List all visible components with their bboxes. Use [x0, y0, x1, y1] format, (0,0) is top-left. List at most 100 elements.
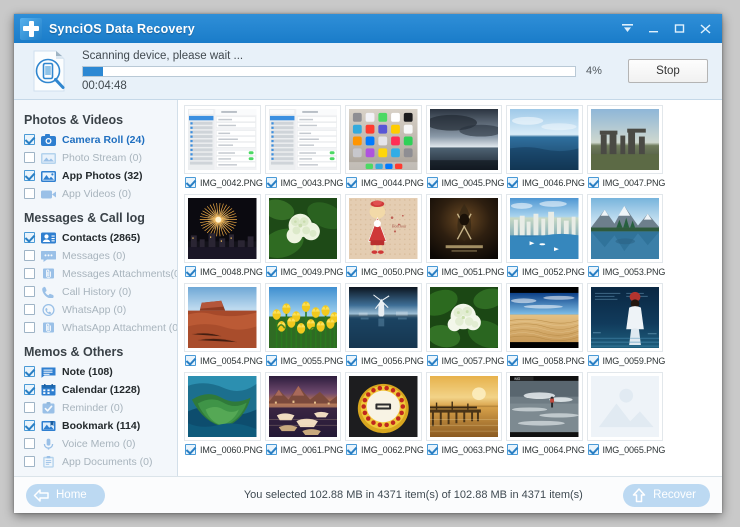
minimize-icon[interactable]	[640, 18, 666, 40]
thumbnail-image[interactable]	[264, 372, 341, 441]
thumbnail-image[interactable]	[345, 372, 422, 441]
thumbnail-image[interactable]	[264, 283, 341, 352]
sidebar-item-bookmark[interactable]: Bookmark (114)	[24, 417, 177, 434]
sidebar-item-checkbox[interactable]	[24, 420, 35, 431]
thumbnail-cell[interactable]: IMG_0056.PNG	[345, 283, 424, 369]
sidebar-item-call-history[interactable]: Call History (0)	[24, 283, 177, 300]
thumbnail-image[interactable]	[506, 105, 583, 174]
thumbnail-image[interactable]	[184, 283, 261, 352]
thumbnail-checkbox[interactable]	[426, 355, 438, 366]
sidebar-item-camera-roll[interactable]: Camera Roll (24)	[24, 131, 177, 148]
thumbnail-checkbox[interactable]	[185, 355, 196, 366]
thumbnail-checkbox[interactable]	[185, 177, 196, 188]
sidebar-item-checkbox[interactable]	[24, 188, 35, 199]
thumbnail-image[interactable]	[506, 283, 583, 352]
thumbnail-cell[interactable]: IMG_0055.PNG	[264, 283, 343, 369]
stop-button[interactable]: Stop	[628, 59, 708, 83]
sidebar-item-messages-attachments[interactable]: Messages Attachments(0)	[24, 265, 177, 282]
thumbnail-image[interactable]: Bon Jour	[345, 194, 422, 263]
thumbnail-checkbox[interactable]	[587, 444, 599, 455]
sidebar-item-checkbox[interactable]	[24, 170, 35, 181]
thumbnail-image[interactable]	[425, 372, 502, 441]
sidebar-item-whatsapp-attachment[interactable]: WhatsApp Attachment (0)	[24, 319, 177, 336]
thumbnail-image[interactable]: IMG	[506, 372, 583, 441]
thumbnail-cell[interactable]: IMG_0052.PNG	[506, 194, 585, 280]
thumbnail-cell[interactable]: IMG_0042.PNG	[184, 105, 263, 191]
thumbnail-cell[interactable]: IMG_0053.PNG	[586, 194, 665, 280]
thumbnail-cell[interactable]: IMG_0045.PNG	[425, 105, 504, 191]
thumbnail-checkbox[interactable]	[346, 177, 357, 188]
thumbnail-cell[interactable]: IMG_0043.PNG	[264, 105, 343, 191]
thumbnail-checkbox[interactable]	[587, 355, 599, 366]
thumbnail-cell[interactable]: Bon Jour IMG_0050.PNG	[345, 194, 424, 280]
thumbnail-image[interactable]	[425, 105, 502, 174]
thumbnail-image[interactable]	[425, 283, 502, 352]
thumbnail-image[interactable]	[425, 194, 502, 263]
thumbnail-checkbox[interactable]	[507, 444, 518, 455]
thumbnail-cell[interactable]: IMG_0049.PNG	[264, 194, 343, 280]
thumbnail-image[interactable]	[506, 194, 583, 263]
sidebar-item-checkbox[interactable]	[24, 268, 35, 279]
thumbnail-cell[interactable]: IMG_0061.PNG	[264, 372, 343, 458]
thumbnail-cell[interactable]: IMG_0048.PNG	[184, 194, 263, 280]
sidebar-item-app-photos[interactable]: App Photos (32)	[24, 167, 177, 184]
thumbnail-image[interactable]	[184, 105, 261, 174]
sidebar-item-contacts[interactable]: Contacts (2865)	[24, 229, 177, 246]
thumbnail-image[interactable]	[184, 194, 261, 263]
thumbnail-checkbox[interactable]	[265, 355, 277, 366]
thumbnail-checkbox[interactable]	[507, 266, 518, 277]
sidebar-item-checkbox[interactable]	[24, 402, 35, 413]
thumbnail-cell[interactable]: IMG_0051.PNG	[425, 194, 504, 280]
thumbnail-image[interactable]	[184, 372, 261, 441]
home-button[interactable]: Home	[26, 483, 105, 507]
thumbnail-checkbox[interactable]	[185, 266, 196, 277]
thumbnail-cell[interactable]: IMG_0044.PNG	[345, 105, 424, 191]
thumbnail-checkbox[interactable]	[185, 444, 196, 455]
thumbnail-image[interactable]	[345, 105, 422, 174]
sidebar-item-checkbox[interactable]	[24, 366, 35, 377]
thumbnail-cell[interactable]: IMG_0065.PNG	[586, 372, 665, 458]
thumbnail-checkbox[interactable]	[265, 444, 277, 455]
maximize-icon[interactable]	[666, 18, 692, 40]
thumbnail-cell[interactable]: IMG_0063.PNG	[425, 372, 504, 458]
thumbnail-cell[interactable]: IMG_0047.PNG	[586, 105, 665, 191]
sidebar-item-checkbox[interactable]	[24, 438, 35, 449]
thumbnail-cell[interactable]: IMG_0058.PNG	[506, 283, 585, 369]
thumbnail-checkbox[interactable]	[346, 355, 357, 366]
sidebar-item-calendar[interactable]: Calendar (1228)	[24, 381, 177, 398]
thumbnail-checkbox[interactable]	[507, 355, 518, 366]
thumbnail-checkbox[interactable]	[426, 444, 438, 455]
thumbnail-image[interactable]	[586, 283, 663, 352]
sidebar-item-checkbox[interactable]	[24, 134, 35, 145]
thumbnail-panel[interactable]: IMG_0042.PNG IMG_0043.PNG IMG_0044.PNG IMG_…	[178, 100, 722, 476]
thumbnail-checkbox[interactable]	[426, 266, 438, 277]
recover-button[interactable]: Recover	[623, 483, 710, 507]
thumbnail-cell[interactable]: IMG_0057.PNG	[425, 283, 504, 369]
thumbnail-checkbox[interactable]	[265, 266, 277, 277]
thumbnail-image[interactable]	[586, 105, 663, 174]
sidebar-item-checkbox[interactable]	[24, 232, 35, 243]
menu-icon[interactable]	[614, 18, 640, 40]
sidebar-item-checkbox[interactable]	[24, 384, 35, 395]
thumbnail-checkbox[interactable]	[346, 444, 357, 455]
sidebar-item-app-documents[interactable]: App Documents (0)	[24, 453, 177, 470]
sidebar-item-checkbox[interactable]	[24, 322, 35, 333]
sidebar-item-photo-stream[interactable]: Photo Stream (0)	[24, 149, 177, 166]
thumbnail-checkbox[interactable]	[265, 177, 277, 188]
sidebar-item-checkbox[interactable]	[24, 152, 35, 163]
thumbnail-cell[interactable]: IMG IMG_0064.PNG	[506, 372, 585, 458]
sidebar-item-checkbox[interactable]	[24, 304, 35, 315]
sidebar-item-whatsapp[interactable]: WhatsApp (0)	[24, 301, 177, 318]
thumbnail-checkbox[interactable]	[587, 266, 599, 277]
thumbnail-cell[interactable]: IMG_0059.PNG	[586, 283, 665, 369]
thumbnail-cell[interactable]: IMG_0062.PNG	[345, 372, 424, 458]
sidebar-item-note[interactable]: Note (108)	[24, 363, 177, 380]
thumbnail-checkbox[interactable]	[507, 177, 518, 188]
thumbnail-cell[interactable]: IMG_0060.PNG	[184, 372, 263, 458]
sidebar-item-messages[interactable]: Messages (0)	[24, 247, 177, 264]
thumbnail-image[interactable]	[264, 194, 341, 263]
sidebar-item-voice-memo[interactable]: Voice Memo (0)	[24, 435, 177, 452]
thumbnail-image[interactable]	[586, 372, 663, 441]
thumbnail-image[interactable]	[264, 105, 341, 174]
sidebar-item-app-videos[interactable]: App Videos (0)	[24, 185, 177, 202]
